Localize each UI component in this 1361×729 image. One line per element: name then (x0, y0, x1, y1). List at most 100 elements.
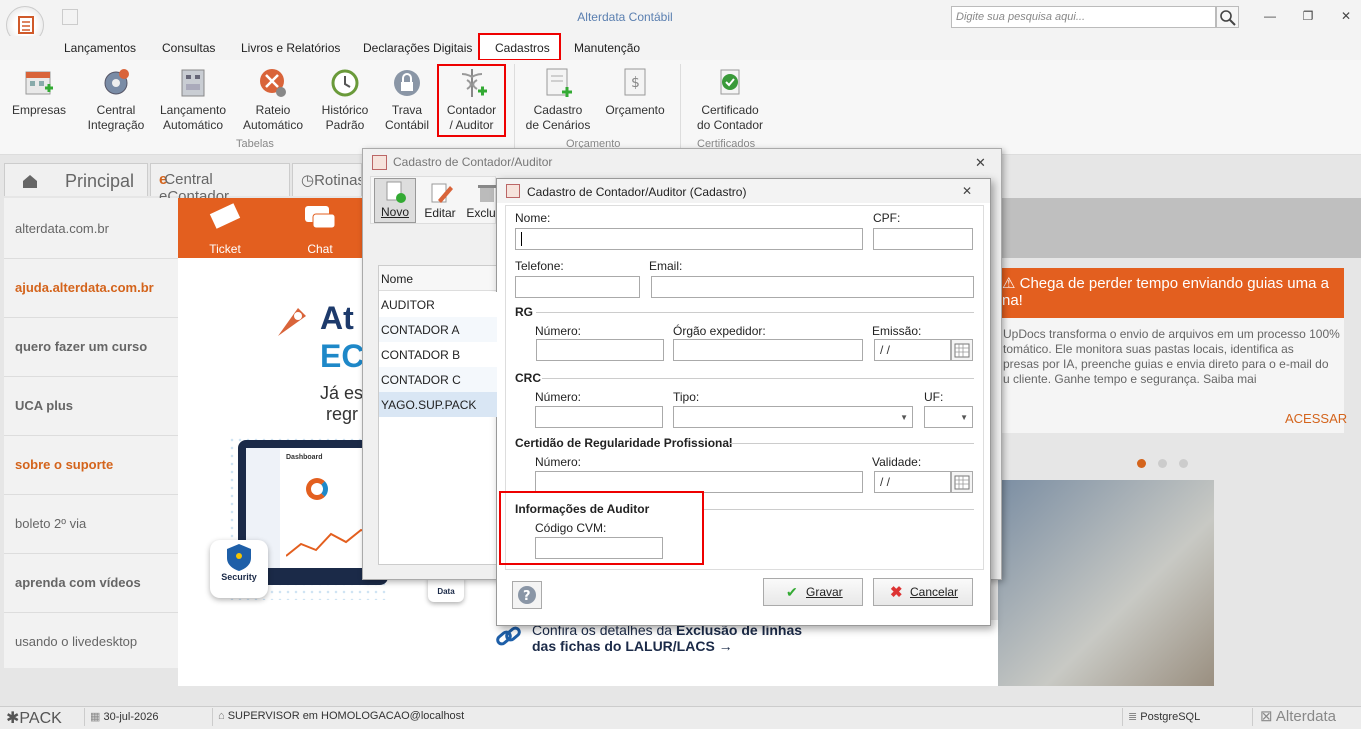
email-label: Email: (649, 259, 683, 273)
nav-link[interactable]: aprenda com vídeos (15, 575, 141, 590)
crc-tipo-select[interactable]: ▼ (673, 406, 913, 428)
list-dialog-close-button[interactable]: ✕ (975, 155, 986, 171)
nav-link[interactable]: sobre o suporte (15, 457, 113, 472)
menu-manutencao[interactable]: Manutenção (574, 41, 640, 55)
ribbon-orcamento-button[interactable]: $ Orçamento (600, 66, 670, 118)
ribbon-label: Trava (391, 103, 423, 117)
news-body-line: u cliente. Ganhe tempo e segurança. Saib… (1003, 372, 1257, 386)
ribbon-historico-padrao-button[interactable]: Histórico Padrão (316, 66, 374, 133)
cpf-label: CPF: (873, 211, 901, 225)
novo-button[interactable]: Novo (374, 178, 416, 223)
search-input[interactable]: Digite sua pesquisa aqui... (951, 6, 1216, 28)
nav-link[interactable]: alterdata.com.br (15, 221, 109, 236)
ribbon-label: Rateio (255, 103, 291, 117)
help-icon: ? (518, 586, 536, 604)
cvm-input[interactable] (535, 537, 663, 559)
form-dialog-close-button[interactable]: ✕ (962, 184, 972, 198)
status-date: ▦ 30-jul-2026 (90, 710, 159, 723)
restore-button[interactable]: ❐ (1300, 9, 1316, 25)
form-dialog-icon (506, 184, 520, 198)
menu-consultas[interactable]: Consultas (162, 41, 215, 55)
ribbon-label: Contador (446, 103, 497, 117)
ribbon-label: Lançamento (159, 103, 227, 117)
nav-link[interactable]: usando o livedesktop (15, 634, 137, 649)
ribbon-certificado-contador-button[interactable]: Certificado do Contador (692, 66, 768, 133)
news-body-line: UpDocs transforma o envio de arquivos em… (1003, 327, 1340, 341)
nome-input[interactable] (515, 228, 863, 250)
auditor-separator (704, 509, 974, 510)
minimize-button[interactable]: — (1262, 9, 1278, 25)
gravar-button[interactable]: ✔ Gravar (763, 578, 863, 606)
cert-validade-calendar-button[interactable] (951, 471, 973, 493)
promo-tagline-2: regr (326, 404, 359, 424)
ribbon-empresas-button[interactable]: Empresas (10, 66, 68, 118)
status-user-text: SUPERVISOR em HOMOLOGACAO@localhost (227, 710, 465, 722)
link-chain-icon (494, 624, 524, 650)
cpf-input[interactable] (873, 228, 973, 250)
app-title: Alterdata Contábil (577, 10, 673, 24)
carousel-dot[interactable] (1158, 459, 1167, 468)
rg-emissao-calendar-button[interactable] (951, 339, 973, 361)
cancelar-button[interactable]: ✖ Cancelar (873, 578, 973, 606)
ribbon-cadastro-cenarios-button[interactable]: Cadastro de Cenários (524, 66, 592, 133)
nav-link[interactable]: UCA plus (15, 398, 73, 413)
cert-numero-input[interactable] (535, 471, 863, 493)
quick-access-grid-icon[interactable] (62, 9, 78, 25)
ribbon-trava-contabil-button[interactable]: Trava Contábil (380, 66, 434, 133)
rg-orgao-input[interactable] (673, 339, 863, 361)
close-button[interactable]: ✕ (1338, 9, 1354, 25)
warning-icon: ⚠ (1002, 275, 1020, 292)
security-label: Security (221, 572, 257, 582)
list-row[interactable]: YAGO.SUP.PACK (379, 392, 497, 417)
tab-rotinas[interactable]: ◷Rotinas a (292, 163, 362, 196)
menu-cadastros[interactable]: Cadastros (495, 41, 550, 55)
menu-lancamentos[interactable]: Lançamentos (64, 41, 136, 55)
list-row[interactable]: CONTADOR B (379, 342, 497, 367)
carousel-dot[interactable] (1179, 459, 1188, 468)
ribbon-lancamento-automatico-button[interactable]: Lançamento Automático (158, 66, 228, 133)
ticket-icon (209, 203, 241, 229)
tab-principal[interactable]: Principal (4, 163, 148, 196)
nav-link[interactable]: boleto 2º via (15, 516, 86, 531)
news-acessar-link[interactable]: ACESSAR (1285, 411, 1347, 426)
lalur-info-link[interactable]: Confira os detalhes da Exclusão de linha… (532, 622, 802, 654)
crc-numero-input[interactable] (535, 406, 663, 428)
chat-label: Chat (307, 242, 333, 256)
email-input[interactable] (651, 276, 974, 298)
crc-uf-select[interactable]: ▼ (924, 406, 973, 428)
rg-emissao-input[interactable]: / / (874, 339, 951, 361)
rg-numero-input[interactable] (536, 339, 664, 361)
ribbon-rateio-automatico-button[interactable]: Rateio Automático (238, 66, 308, 133)
news-body-line: tomático. Ele monitora suas pastas locai… (1003, 342, 1294, 356)
nav-link[interactable]: quero fazer um curso (15, 339, 147, 354)
edit-pencil-icon (431, 183, 453, 203)
chat-button[interactable]: Chat (295, 202, 345, 256)
alterdata-brand-text: Alterdata (1275, 708, 1336, 725)
telefone-input[interactable] (515, 276, 640, 298)
ribbon-contador-auditor-button[interactable]: Contador / Auditor (440, 66, 503, 133)
menu-livros-relatorios[interactable]: Livros e Relatórios (241, 41, 340, 55)
ribbon-central-integracao-button[interactable]: Central Integração (84, 66, 148, 133)
ribbon-divider (514, 64, 515, 150)
editar-button[interactable]: Editar (420, 180, 460, 220)
help-button[interactable]: ? (512, 581, 542, 609)
carousel-dot-active[interactable] (1137, 459, 1146, 468)
cert-validade-input[interactable]: / / (874, 471, 951, 493)
search-button[interactable] (1216, 6, 1239, 28)
list-row[interactable]: CONTADOR A (379, 317, 497, 342)
rateio-icon (260, 69, 286, 97)
menu-declaracoes-digitais[interactable]: Declarações Digitais (363, 41, 472, 55)
excluir-button[interactable]: Exclu (466, 180, 496, 220)
crc-numero-label: Número: (535, 390, 582, 404)
rg-separator (536, 312, 974, 313)
tab-central-econtador[interactable]: eCentral eContador (150, 163, 290, 205)
cancel-x-icon: ✖ (890, 584, 903, 601)
svg-text:$: $ (631, 75, 640, 91)
nav-link[interactable]: ajuda.alterdata.com.br (15, 280, 154, 295)
list-column-header[interactable]: Nome (379, 266, 497, 291)
ticket-button[interactable]: Ticket (200, 202, 250, 256)
auditor-section-title: Informações de Auditor (515, 502, 650, 516)
editar-label: Editar (424, 206, 456, 220)
list-row[interactable]: CONTADOR C (379, 367, 497, 392)
list-row[interactable]: AUDITOR (379, 292, 497, 317)
